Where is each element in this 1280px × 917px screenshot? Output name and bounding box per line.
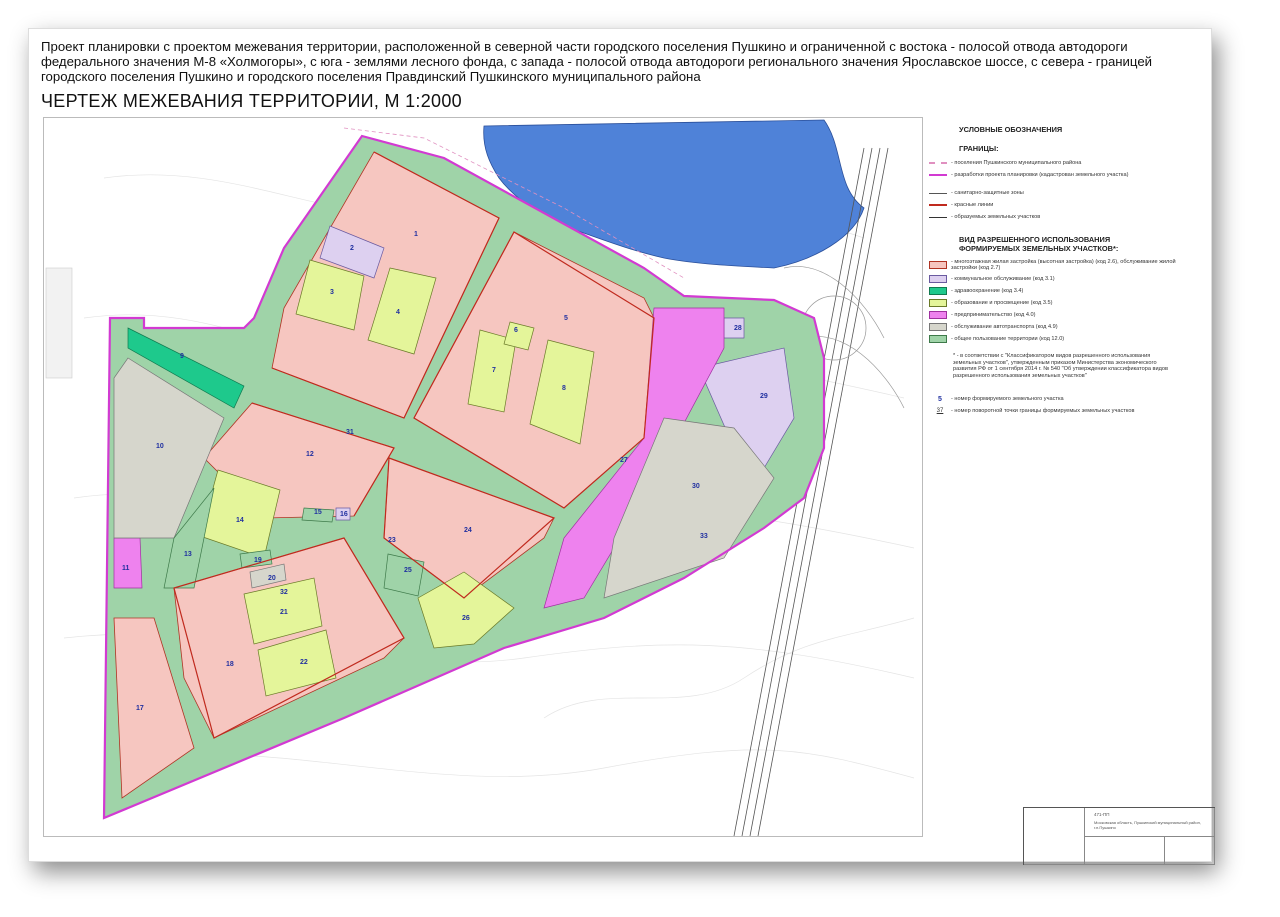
parcel-number-label: 4 (396, 309, 400, 316)
stamp-code: 471-ПП (1094, 812, 1110, 817)
map-canvas: 123456789101112131415 1617181920212223242… (45, 119, 915, 836)
legend-row-parcel-number: 5 - номер формируемого земельного участк… (929, 393, 1207, 405)
parcel-number-label: 22 (300, 659, 308, 666)
parcel-number-label: 11 (122, 565, 130, 572)
parcel-number-label: 7 (492, 367, 496, 374)
legend-row-red-lines: - красные линии (929, 199, 1207, 211)
parcel-number-label: 28 (734, 325, 742, 332)
legend-row-transport: - обслуживание автотранспорта (код 4.9) (929, 321, 1207, 333)
legend-title: УСЛОВНЫЕ ОБОЗНАЧЕНИЯ (959, 125, 1063, 134)
legend-use-title: ВИД РАЗРЕШЕННОГО ИСПОЛЬЗОВАНИЯ (959, 235, 1111, 244)
parcel-number-label: 1 (414, 231, 418, 238)
parcel-number-label: 23 (388, 537, 396, 544)
legend-row-point-number: 37 - номер поворотной точки границы форм… (929, 405, 1207, 417)
legend-panel: УСЛОВНЫЕ ОБОЗНАЧЕНИЯ ГРАНИЦЫ: - поселени… (927, 125, 1207, 417)
transport-swatch (929, 323, 947, 331)
parcel-number-label: 14 (236, 517, 244, 524)
parcel-number-label: 10 (156, 443, 164, 450)
parcel-number-label: 31 (346, 429, 354, 436)
parcel-number-label: 32 (280, 589, 288, 596)
parcel-number-label: 19 (254, 557, 262, 564)
parcel-number-label: 24 (464, 527, 472, 534)
parcel-number-label: 25 (404, 567, 412, 574)
parcel-number-label: 5 (564, 315, 568, 322)
parcel-number-label: 18 (226, 661, 234, 668)
parcel-number-label: 17 (136, 705, 144, 712)
drawing-sheet: Проект планировки с проектом межевания т… (28, 28, 1215, 865)
parcel-number-label: 6 (514, 327, 518, 334)
education-swatch (929, 299, 947, 307)
legend-row-sanitary: - санитарно-защитные зоны (929, 187, 1207, 199)
parcel-number-label: 13 (184, 551, 192, 558)
legend-footnote: * - в соответствии с "Классификатором ви… (953, 353, 1168, 379)
parcel-number-label: 30 (692, 483, 700, 490)
parcel-number-label: 2 (350, 245, 354, 252)
project-line-icon (929, 174, 947, 176)
map-frame: 1 2 3 4 5 6 7 8 9 10 11 12 13 14 15 16 17 18 19 20 21 22 23 24 2… (43, 117, 923, 837)
settlement-line-icon (929, 162, 947, 164)
legend-borders-title: ГРАНИЦЫ: (959, 144, 999, 153)
legend-row-business: - предпринимательство (код 4.0) (929, 309, 1207, 321)
residential-swatch (929, 261, 947, 269)
parcel-number-label: 21 (280, 609, 288, 616)
parcel-number-label: 9 (180, 353, 184, 360)
red-line-icon (929, 204, 947, 206)
title-block: 471-ПП Московская область, Пушкинский му… (1023, 807, 1215, 865)
sanitary-line-icon (929, 192, 947, 194)
project-title: Проект планировки с проектом межевания т… (41, 39, 1153, 84)
parcel-11 (113, 537, 143, 589)
parcel-number-label: 15 (314, 509, 322, 516)
legend-row-health: - здравоохранение (код 3.4) (929, 285, 1207, 297)
legend-use-title-2: ФОРМИРУЕМЫХ ЗЕМЕЛЬНЫХ УЧАСТКОВ*: (959, 244, 1119, 253)
stamp-org: Московская область, Пушкинский муниципал… (1094, 820, 1201, 830)
legend-row-residential: - многоэтажная жилая застройка (высотная… (929, 257, 1207, 273)
west-road-strip (45, 267, 73, 379)
parcel-number-label: 16 (340, 511, 348, 518)
health-swatch (929, 287, 947, 295)
legend-row-public: - общее пользование территории (код 12.0… (929, 333, 1207, 345)
parcel-number-label: 8 (562, 385, 566, 392)
legend-row-parcels: - образуемых земельных участков (929, 211, 1207, 223)
communal-swatch (929, 275, 947, 283)
parcel-number-sample: 5 (938, 395, 942, 403)
parcel-number-label: 27 (620, 457, 628, 464)
parcel-number-label: 12 (306, 451, 314, 458)
legend-row-settlement: - поселения Пушкинского муниципального р… (929, 157, 1207, 169)
parcel-number-label: 33 (700, 533, 708, 540)
parcel-line-icon (929, 216, 947, 218)
parcel-number-label: 26 (462, 615, 470, 622)
legend-row-project: - разработки проекта планировки (кадастр… (929, 169, 1207, 181)
point-number-sample: 37 (936, 408, 944, 414)
parcel-number-label: 29 (760, 393, 768, 400)
legend-row-communal: - коммунальное обслуживание (код 3.1) (929, 273, 1207, 285)
parcel-number-label: 3 (330, 289, 334, 296)
legend-row-education: - образование и просвещение (код 3.5) (929, 297, 1207, 309)
drawing-heading: ЧЕРТЕЖ МЕЖЕВАНИЯ ТЕРРИТОРИИ, М 1:2000 (41, 91, 462, 111)
public-swatch (929, 335, 947, 343)
parcel-number-label: 20 (268, 575, 276, 582)
business-swatch (929, 311, 947, 319)
